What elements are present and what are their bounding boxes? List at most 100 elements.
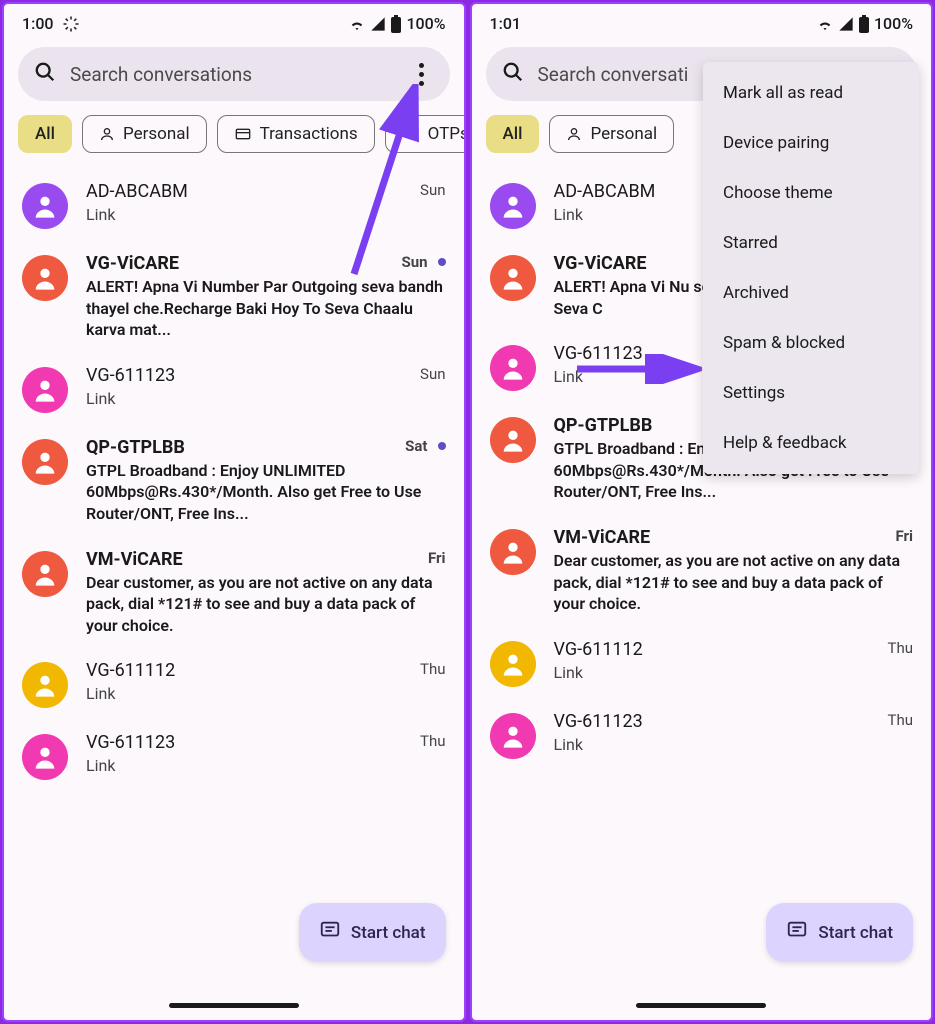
person-icon [566,126,582,142]
conversation-item[interactable]: VG-ViCARESunALERT! Apna Vi Number Par Ou… [4,241,464,353]
chip-transactions[interactable]: Transactions [217,115,375,153]
conversation-preview: Link [86,755,446,777]
clock: 1:01 [490,14,522,33]
avatar [22,255,68,301]
phone-right: 1:01 100% Search conversati All Personal… [470,2,934,1022]
conversation-item[interactable]: VG-611123 Thu Link [4,720,464,792]
signal-icon [370,16,386,32]
conversation-sender: QP-GTPLBB [86,437,185,458]
avatar [490,345,536,391]
menu-device-pairing[interactable]: Device pairing [703,118,919,168]
chip-label: All [503,124,523,144]
conversation-list[interactable]: AD-ABCABMSunLinkVG-ViCARESunALERT! Apna … [4,165,464,1020]
battery-percent: 100% [874,14,913,33]
conversation-sender: VM-ViCARE [86,549,183,570]
chip-personal[interactable]: Personal [82,115,207,153]
conversation-preview: GTPL Broadband : Enjoy UNLIMITED 60Mbps@… [86,460,446,525]
conversation-preview: Link [86,683,446,705]
chip-label: Personal [590,124,657,144]
notification-icon [62,15,80,33]
start-chat-fab[interactable]: Start chat [299,903,446,962]
search-icon [502,61,524,87]
battery-icon [390,15,402,33]
nav-bar-handle[interactable] [636,1003,766,1008]
conversation-time: Thu [420,732,445,750]
chip-personal[interactable]: Personal [549,115,674,153]
conversation-sender: VG-ViCARE [86,253,179,274]
conversation-item[interactable]: VG-611112ThuLink [4,648,464,720]
menu-mark-all-read[interactable]: Mark all as read [703,68,919,118]
conversation-preview: Dear customer, as you are not active on … [554,550,914,615]
chip-all[interactable]: All [486,115,540,153]
status-bar: 1:00 100% [4,4,464,37]
conversation-sender: VG-611112 [554,639,643,660]
overflow-menu: Mark all as read Device pairing Choose t… [703,62,919,474]
menu-spam-blocked[interactable]: Spam & blocked [703,318,919,368]
unread-indicator [438,442,446,450]
conversation-sender: VG-611123 [86,732,175,753]
conversation-time: Thu [888,711,913,729]
avatar [490,255,536,301]
conversation-time: Fri [895,527,913,545]
conversation-time: Thu [420,660,445,678]
unread-indicator [438,258,446,266]
nav-bar-handle[interactable] [169,1003,299,1008]
menu-choose-theme[interactable]: Choose theme [703,168,919,218]
conversation-preview: Link [86,388,446,410]
conversation-sender: VG-611123 [86,365,175,386]
avatar [490,417,536,463]
avatar [22,551,68,597]
conversation-item[interactable]: VG-611112 Thu Link [472,627,932,699]
conversation-preview: ALERT! Apna Vi Number Par Outgoing seva … [86,276,446,341]
conversation-sender: QP-GTPLBB [554,415,653,436]
avatar [490,713,536,759]
conversation-sender: AD-ABCABM [86,181,188,202]
search-bar[interactable]: Search conversations [18,47,450,101]
chip-label: Personal [123,124,190,144]
chip-label: Transactions [260,124,358,144]
chip-label: OTPs [428,124,464,144]
menu-archived[interactable]: Archived [703,268,919,318]
conversation-time: Fri [428,549,446,567]
person-icon [99,126,115,142]
conversation-item[interactable]: VG-611123 Sun Link [4,353,464,425]
avatar [22,367,68,413]
wifi-icon [816,15,834,33]
conversation-preview: Link [86,204,446,226]
conversation-sender: VG-611123 [554,711,643,732]
start-chat-fab[interactable]: Start chat [766,903,913,962]
conversation-sender: VG-611123 [554,343,643,364]
chip-otps[interactable]: OTPs [385,115,464,153]
avatar [22,183,68,229]
avatar [490,183,536,229]
fab-label: Start chat [351,923,426,943]
fab-label: Start chat [818,923,893,943]
conversation-sender: VG-ViCARE [554,253,647,274]
conversation-item[interactable]: VG-611123 Thu Link [472,699,932,771]
conversation-item[interactable]: VM-ViCARE Fri Dear customer, as you are no… [4,537,464,649]
menu-settings[interactable]: Settings [703,368,919,418]
conversation-preview: Dear customer, as you are not active on … [86,572,446,637]
conversation-item[interactable]: QP-GTPLBBSatGTPL Broadband : Enjoy UNLIM… [4,425,464,537]
status-bar: 1:01 100% [472,4,932,37]
wifi-icon [348,15,366,33]
conversation-time: Sun [420,365,445,383]
conversation-time: Thu [888,639,913,657]
chip-label: All [35,124,55,144]
conversation-preview: Link [554,734,914,756]
signal-icon [838,16,854,32]
conversation-item[interactable]: AD-ABCABM Sun Link [4,169,464,241]
conversation-time: Sun [420,181,445,199]
search-placeholder: Search conversations [70,63,410,86]
menu-help-feedback[interactable]: Help & feedback [703,418,919,468]
menu-starred[interactable]: Starred [703,218,919,268]
more-options-button[interactable] [410,63,434,86]
card-icon [234,126,252,142]
key-icon [402,126,420,142]
conversation-preview: Link [554,662,914,684]
chip-all[interactable]: All [18,115,72,153]
filter-chips: All Personal Transactions OTPs [4,101,464,165]
search-icon [34,61,56,87]
conversation-item[interactable]: VM-ViCAREFriDear customer, as you are no… [472,515,932,627]
chat-icon [319,919,341,946]
